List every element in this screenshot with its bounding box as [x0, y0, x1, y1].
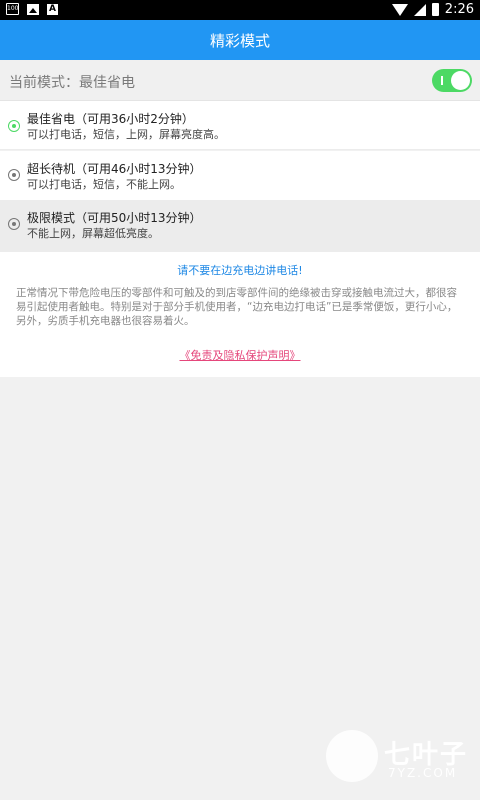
signal-icon [413, 3, 426, 16]
battery-icon [431, 3, 439, 16]
option-title: 最佳省电（可用36小时2分钟） [27, 112, 194, 126]
current-mode-row: 当前模式：最佳省电 [0, 60, 480, 101]
status-bar: 100 A 2:26 [0, 0, 480, 20]
notice-paragraph: 正常情况下带危险电压的零部件和可触及的到店零部件间的绝缘被击穿或接触电流过大，都… [16, 287, 458, 327]
option-title: 极限模式（可用50小时13分钟） [27, 211, 202, 225]
option-best-saving[interactable]: 最佳省电（可用36小时2分钟） 可以打电话，短信，上网，屏幕亮度高。 [0, 101, 480, 150]
mode-toggle[interactable] [432, 69, 472, 92]
status-time: 2:26 [444, 2, 474, 17]
toggle-knob [451, 71, 470, 90]
app-notification-icon: A [47, 3, 58, 15]
watermark-domain: 7YZ.COM [388, 766, 458, 780]
option-long-standby[interactable]: 超长待机（可用46小时13分钟） 可以打电话，短信，不能上网。 [0, 151, 480, 200]
toggle-on-mark [441, 76, 443, 85]
option-desc: 不能上网，屏幕超低亮度。 [27, 227, 159, 240]
option-title: 超长待机（可用46小时13分钟） [27, 162, 202, 176]
image-notification-icon [27, 3, 39, 15]
option-extreme[interactable]: 极限模式（可用50小时13分钟） 不能上网，屏幕超低亮度。 [0, 200, 480, 252]
radio-icon[interactable] [8, 218, 20, 230]
current-mode-label: 当前模式：最佳省电 [9, 75, 135, 91]
radio-selected-icon[interactable] [8, 120, 20, 132]
page-title: 精彩模式 [209, 31, 270, 50]
status-bar-left: 100 A [6, 3, 58, 15]
disclaimer-link[interactable]: 《免责及隐私保护声明》 [0, 347, 480, 363]
radio-icon[interactable] [8, 169, 20, 181]
status-bar-right: 2:26 [391, 2, 474, 17]
option-desc: 可以打电话，短信，上网，屏幕亮度高。 [27, 128, 225, 141]
option-desc: 可以打电话，短信，不能上网。 [27, 178, 181, 191]
warning-text: 请不要在边充电边讲电话! [177, 264, 303, 277]
battery-badge-icon: 100 [6, 3, 19, 15]
watermark: 七叶子 7YZ.COM [326, 730, 474, 790]
watermark-logo-icon [326, 730, 378, 782]
title-bar: 精彩模式 [0, 20, 480, 60]
notice-panel: 请不要在边充电边讲电话! 正常情况下带危险电压的零部件和可触及的到店零部件间的绝… [0, 252, 480, 377]
wifi-icon [391, 3, 408, 16]
